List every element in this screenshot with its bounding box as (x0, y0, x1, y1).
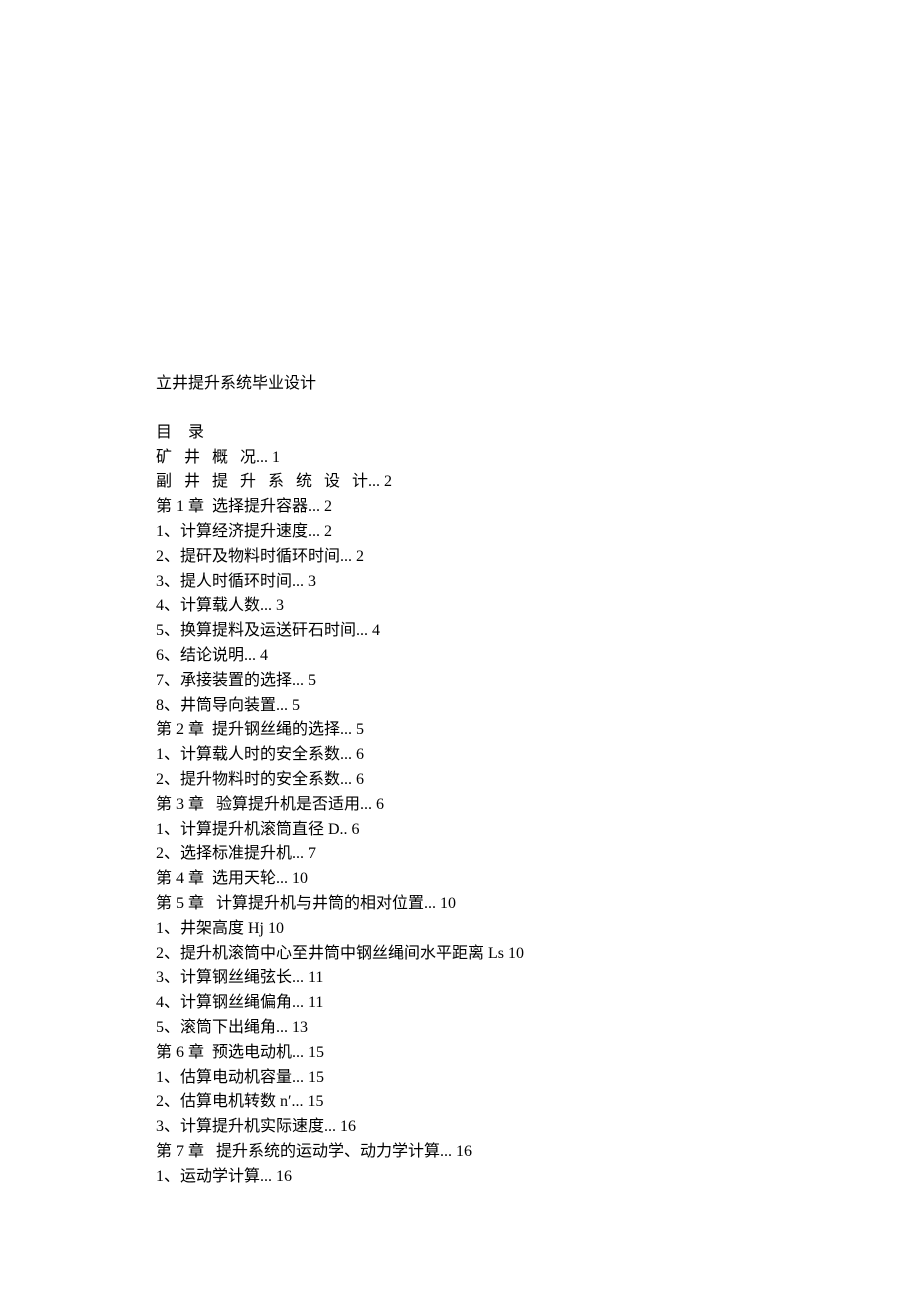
toc-entry: 2、提矸及物料时循环时间... 2 (156, 545, 776, 570)
toc-entry: 1、计算提升机滚筒直径 D.. 6 (156, 818, 776, 843)
toc-entry: 3、计算提升机实际速度... 16 (156, 1115, 776, 1140)
document-body: 立井提升系统毕业设计 目 录矿 井 概 况... 1副 井 提 升 系 统 设 … (156, 372, 776, 1190)
toc-entry: 4、计算钢丝绳偏角... 11 (156, 991, 776, 1016)
toc-entry: 副 井 提 升 系 统 设 计... 2 (156, 470, 776, 495)
toc-entry: 5、换算提料及运送矸石时间... 4 (156, 619, 776, 644)
document-title: 立井提升系统毕业设计 (156, 372, 776, 397)
toc-entry: 3、提人时循环时间... 3 (156, 570, 776, 595)
toc-entry: 5、滚筒下出绳角... 13 (156, 1016, 776, 1041)
toc-entry: 第 7 章 提升系统的运动学、动力学计算... 16 (156, 1140, 776, 1165)
toc-entry: 第 1 章 选择提升容器... 2 (156, 495, 776, 520)
toc-entry: 目 录 (156, 421, 776, 446)
toc-entry: 2、提升机滚筒中心至井筒中钢丝绳间水平距离 Ls 10 (156, 942, 776, 967)
toc-entry: 1、计算载人时的安全系数... 6 (156, 743, 776, 768)
toc-entry: 2、选择标准提升机... 7 (156, 842, 776, 867)
toc-entry: 第 2 章 提升钢丝绳的选择... 5 (156, 718, 776, 743)
toc-entry: 7、承接装置的选择... 5 (156, 669, 776, 694)
toc-entry: 1、井架高度 Hj 10 (156, 917, 776, 942)
toc-entry: 3、计算钢丝绳弦长... 11 (156, 966, 776, 991)
toc-entry: 1、估算电动机容量... 15 (156, 1066, 776, 1091)
toc-entry: 4、计算载人数... 3 (156, 594, 776, 619)
toc-entry: 第 6 章 预选电动机... 15 (156, 1041, 776, 1066)
toc-entry: 第 3 章 验算提升机是否适用... 6 (156, 793, 776, 818)
toc-entry: 第 4 章 选用天轮... 10 (156, 867, 776, 892)
toc-entry: 2、估算电机转数 n′... 15 (156, 1090, 776, 1115)
table-of-contents: 目 录矿 井 概 况... 1副 井 提 升 系 统 设 计... 2第 1 章… (156, 421, 776, 1190)
toc-entry: 2、提升物料时的安全系数... 6 (156, 768, 776, 793)
toc-entry: 1、计算经济提升速度... 2 (156, 520, 776, 545)
toc-entry: 1、运动学计算... 16 (156, 1165, 776, 1190)
toc-entry: 矿 井 概 况... 1 (156, 446, 776, 471)
toc-entry: 第 5 章 计算提升机与井筒的相对位置... 10 (156, 892, 776, 917)
toc-entry: 6、结论说明... 4 (156, 644, 776, 669)
toc-entry: 8、井筒导向装置... 5 (156, 694, 776, 719)
